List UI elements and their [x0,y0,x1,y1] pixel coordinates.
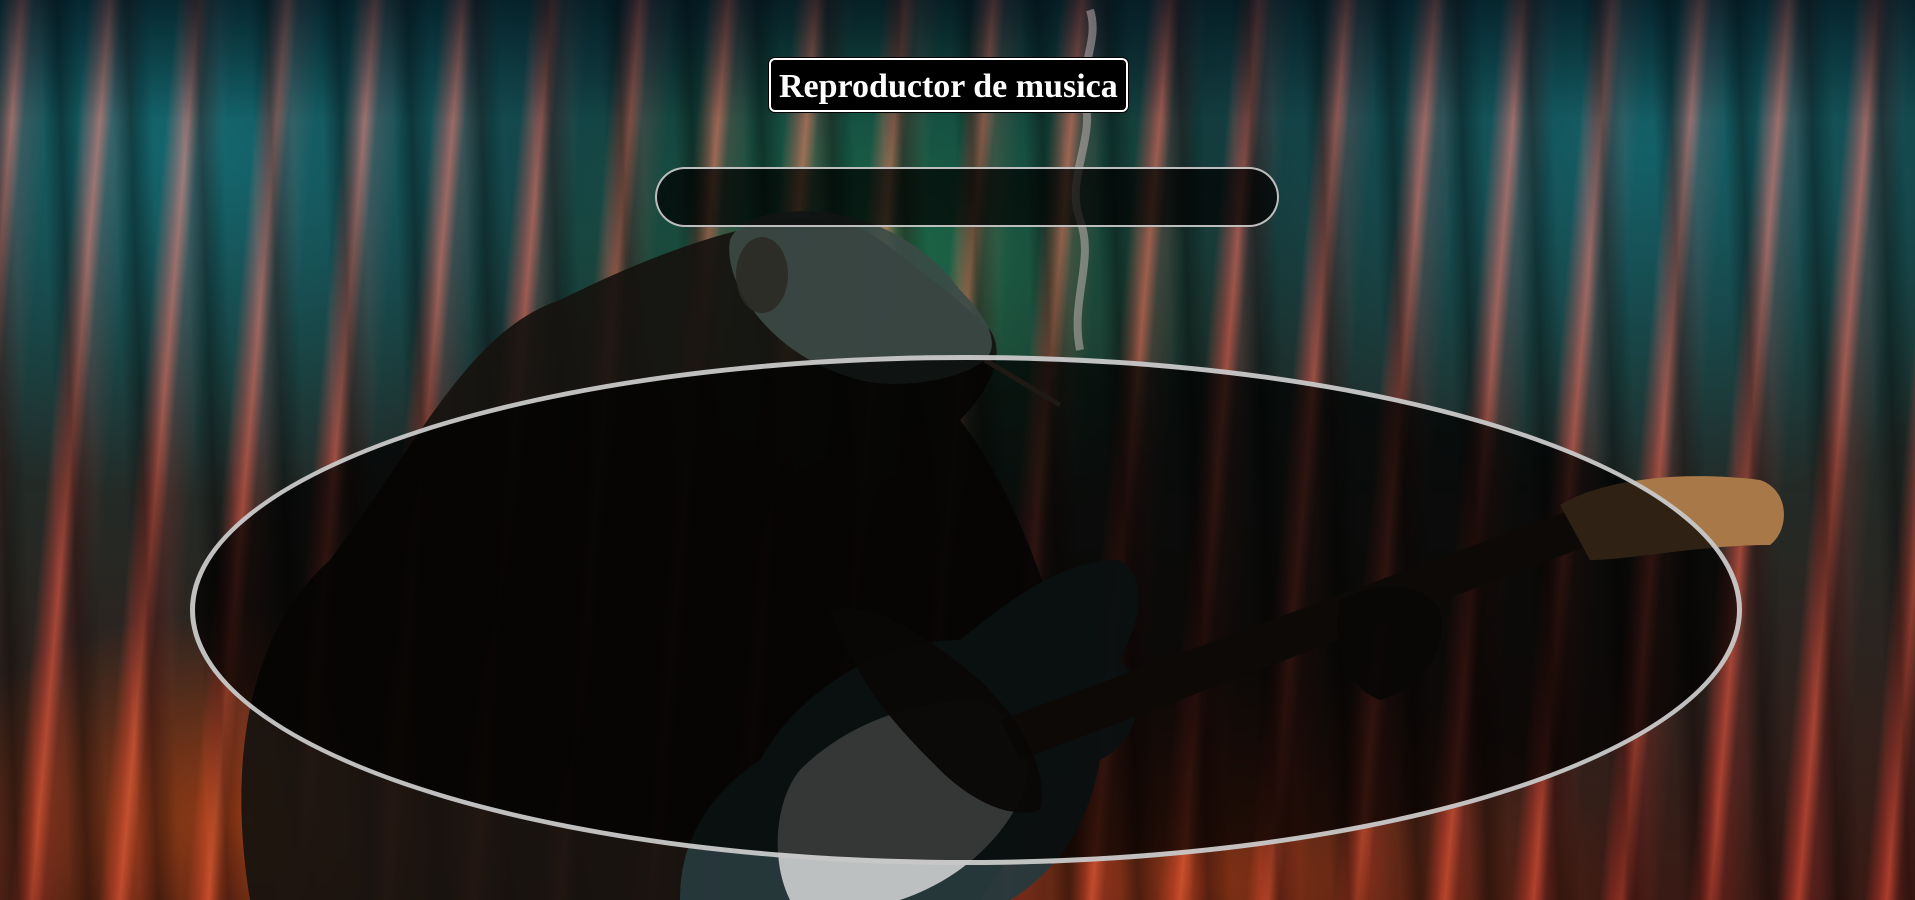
player-panel [190,355,1742,865]
chimp-ear [736,237,788,313]
page-title: Reproductor de musica [769,58,1128,112]
search-input[interactable] [655,167,1279,227]
background-stage: Reproductor de musica [0,0,1915,900]
